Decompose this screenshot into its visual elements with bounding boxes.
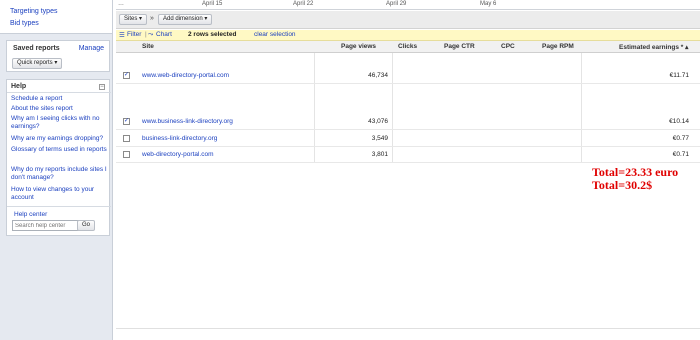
- earnings-value: €0.71: [672, 151, 689, 158]
- help-box: Help − Schedule a report About the sites…: [6, 79, 111, 236]
- chart-link[interactable]: Chart: [156, 31, 172, 38]
- column-header-estimated-earnings[interactable]: Estimated earnings * ▴: [619, 43, 688, 51]
- date-axis-dots: …: [118, 1, 124, 7]
- help-divider-bottom: [7, 206, 111, 207]
- date-label-april-22: April 22: [293, 1, 314, 7]
- saved-reports-title: Saved reports: [13, 45, 60, 52]
- column-header-cpc[interactable]: CPC: [501, 43, 515, 50]
- breadcrumb-arrow: »: [150, 15, 154, 22]
- page: Targeting types Bid types Saved reports …: [0, 0, 700, 340]
- column-header-page-rpm[interactable]: Page RPM: [542, 43, 574, 50]
- page-views-value: 46,734: [368, 72, 388, 79]
- site-link[interactable]: web-directory-portal.com: [142, 151, 214, 158]
- row-checkbox[interactable]: ✓: [123, 72, 130, 79]
- page-views-value: 3,801: [371, 151, 388, 158]
- site-link[interactable]: business-link-directory.org: [142, 135, 217, 142]
- sidebar-link-bid-types[interactable]: Bid types: [10, 20, 39, 27]
- sidebar-link-targeting-types[interactable]: Targeting types: [10, 8, 57, 15]
- column-header-clicks[interactable]: Clicks: [398, 43, 417, 50]
- table-row[interactable]: ✓ www.web-directory-portal.com 46,734 €1…: [116, 68, 700, 84]
- sidebar: Targeting types Bid types Saved reports …: [0, 0, 113, 340]
- help-link-glossary[interactable]: Glossary of terms used in reports: [11, 146, 111, 154]
- total-dollar-text: Total=30.2$: [592, 178, 653, 192]
- earnings-value: €10.14: [669, 118, 689, 125]
- clear-selection-link[interactable]: clear selection: [254, 31, 296, 38]
- date-label-may-6: May 6: [480, 1, 497, 7]
- help-link-schedule-report[interactable]: Schedule a report: [11, 95, 111, 103]
- column-header-site[interactable]: Site: [142, 43, 154, 50]
- main-content: … April 15 April 22 April 29 May 6 Sites…: [116, 0, 700, 340]
- table-header: Site Page views Clicks Page CTR CPC Page…: [116, 41, 700, 53]
- totals-annotation: Total=23.33 euro Total=30.2$: [592, 166, 678, 192]
- date-axis: … April 15 April 22 April 29 May 6: [116, 0, 700, 10]
- quick-reports-button[interactable]: Quick reports ▾: [12, 58, 63, 69]
- table-bottom-border: [116, 328, 700, 329]
- help-link-about-sites-report[interactable]: About the sites report: [11, 105, 111, 113]
- selection-bar: ☰ Filter | ⤳ Chart 2 rows selected clear…: [116, 30, 700, 41]
- help-center-link[interactable]: Help center: [14, 211, 114, 219]
- table-row[interactable]: business-link-directory.org 3,549 €0.77: [116, 131, 700, 147]
- rows-selected-text: 2 rows selected: [188, 31, 237, 38]
- column-header-page-views[interactable]: Page views: [341, 43, 376, 50]
- collapse-icon[interactable]: −: [99, 84, 105, 90]
- help-title: Help: [11, 83, 27, 90]
- row-checkbox[interactable]: ✓: [123, 118, 130, 125]
- help-go-button[interactable]: Go: [77, 220, 96, 231]
- page-views-value: 3,549: [371, 135, 388, 142]
- chart-icon[interactable]: ⤳: [148, 31, 153, 39]
- date-label-april-29: April 29: [386, 1, 407, 7]
- help-link-view-changes[interactable]: How to view changes to your account: [11, 186, 111, 201]
- help-link-clicks-no-earnings[interactable]: Why am I seeing clicks with no earnings?: [11, 115, 111, 130]
- help-link-sites-not-managed[interactable]: Why do my reports include sites I don't …: [11, 166, 111, 181]
- sidebar-nav-box: Targeting types Bid types: [0, 0, 112, 34]
- filter-link[interactable]: Filter: [127, 31, 141, 38]
- row-checkbox[interactable]: [123, 135, 130, 142]
- date-label-april-15: April 15: [202, 1, 223, 7]
- row-checkbox[interactable]: [123, 151, 130, 158]
- dimension-controls: Sites ▾ » Add dimension ▾: [116, 11, 700, 29]
- add-dimension-dropdown[interactable]: Add dimension ▾: [158, 14, 213, 25]
- saved-reports-box: Saved reports Manage Quick reports ▾: [6, 40, 110, 72]
- site-link[interactable]: www.business-link-directory.org: [142, 118, 233, 125]
- sites-dropdown[interactable]: Sites ▾: [119, 14, 148, 25]
- column-header-page-ctr[interactable]: Page CTR: [444, 43, 475, 50]
- table-row[interactable]: ✓ www.business-link-directory.org 43,076…: [116, 114, 700, 130]
- help-link-earnings-dropping[interactable]: Why are my earnings dropping?: [11, 135, 111, 143]
- manage-link[interactable]: Manage: [79, 45, 104, 52]
- earnings-value: €11.71: [669, 72, 689, 79]
- page-views-value: 43,076: [368, 118, 388, 125]
- site-link[interactable]: www.web-directory-portal.com: [142, 72, 229, 79]
- table-row[interactable]: web-directory-portal.com 3,801 €0.71: [116, 147, 700, 163]
- filter-icon[interactable]: ☰: [119, 31, 125, 39]
- help-search-input[interactable]: [12, 220, 79, 231]
- filter-chart-separator: |: [145, 31, 147, 38]
- earnings-value: €0.77: [672, 135, 689, 142]
- help-divider: [7, 92, 111, 93]
